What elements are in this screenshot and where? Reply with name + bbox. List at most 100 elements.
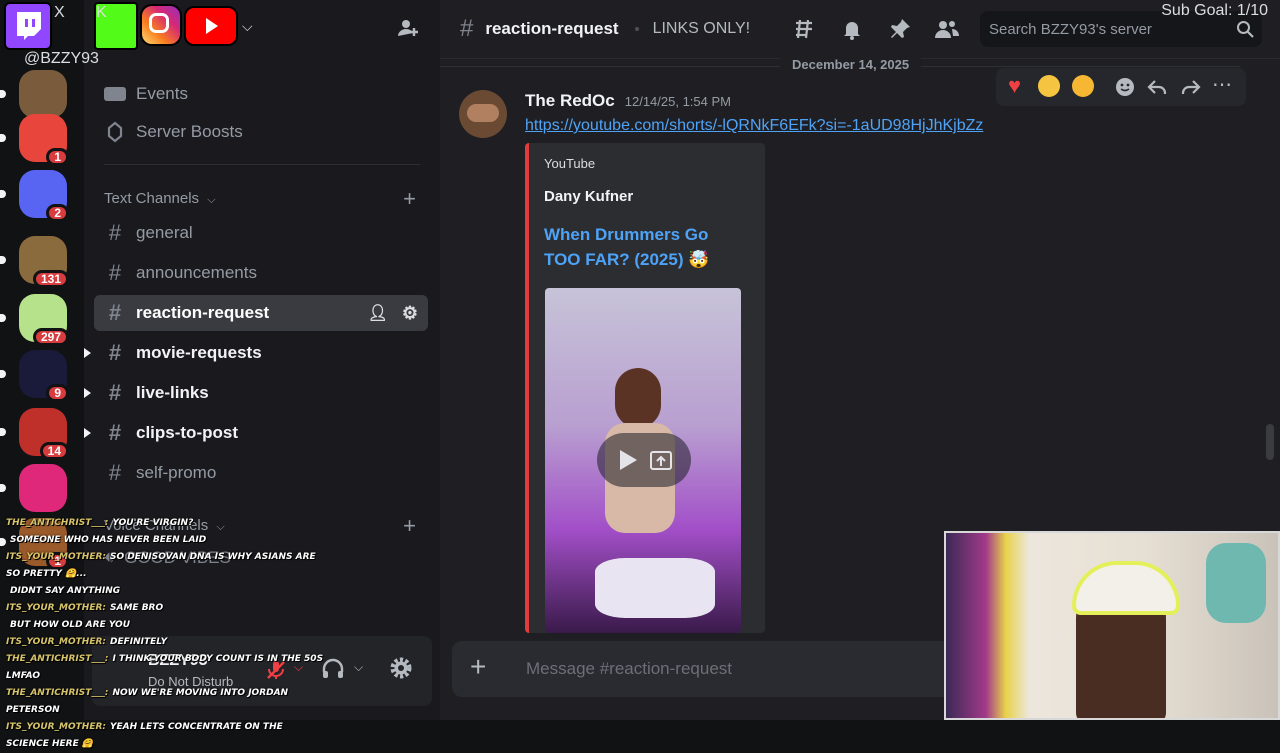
social-bar: X K (4, 2, 244, 50)
add-reaction-icon[interactable] (1114, 76, 1136, 98)
chat-line: BUT HOW OLD ARE YOU (6, 617, 326, 634)
create-channel-icon[interactable]: + (403, 186, 416, 212)
text-channels-category[interactable]: Text Channels ⌵ (104, 190, 216, 207)
webcam-headset (1072, 561, 1180, 615)
open-external-icon[interactable] (649, 449, 673, 471)
chevron-down-icon[interactable]: ⌵ (242, 18, 253, 35)
mention-badge: 297 (32, 328, 69, 346)
events-label: Events (136, 84, 188, 103)
hash-icon: # (108, 220, 122, 245)
chat-username: ITS_YOUR_MOTHER: (6, 552, 107, 562)
unread-pill (0, 256, 6, 264)
scrollbar-thumb[interactable] (1266, 424, 1274, 460)
channel-item-movie-requests[interactable]: # movie-requests (84, 335, 428, 371)
server-icon[interactable]: 1 (19, 114, 69, 166)
gear-icon[interactable] (388, 655, 414, 686)
server-icon[interactable]: 14 (19, 408, 69, 460)
play-controls (597, 433, 691, 487)
events-item[interactable]: Events (104, 80, 188, 108)
hash-icon: # (108, 340, 122, 365)
chat-username: THE_ANTICHRIST___: (6, 688, 109, 698)
server-icon[interactable] (19, 70, 67, 118)
unread-pill (0, 484, 6, 492)
hash-icon: # (108, 380, 122, 405)
chat-text: DIDNT SAY ANYTHING (10, 586, 121, 596)
channel-title: reaction-request (485, 19, 619, 38)
stream-chat-overlay: THE_ANTICHRIST___: YOU'RE VIRGIN? SOMEONE … (6, 515, 326, 753)
instagram-icon (140, 4, 182, 46)
server-avatar (19, 464, 67, 512)
member-list-icon[interactable] (934, 17, 960, 41)
more-options-icon[interactable]: ⋯ (1212, 72, 1232, 97)
avatar[interactable] (459, 90, 507, 138)
message-link[interactable]: https://youtube.com/shorts/-lQRNkF6EFk?s… (525, 117, 983, 135)
chat-username: ITS_YOUR_MOTHER: (6, 637, 107, 647)
embed-provider[interactable]: YouTube (544, 156, 595, 171)
channel-item-reaction-request[interactable]: # reaction-request 👤︎ ⚙ (94, 295, 428, 331)
chat-text: DEFINITELY (110, 637, 168, 647)
mind-blown-icon[interactable] (1072, 75, 1094, 97)
channel-label: clips-to-post (136, 423, 238, 442)
chat-line: THE_ANTICHRIST___: I THINK YOUR BODY COUN… (6, 651, 326, 685)
embed-author[interactable]: Dany Kufner (544, 188, 633, 205)
message-input[interactable]: Message #reaction-request (526, 659, 732, 679)
channel-item-self-promo[interactable]: # self-promo (94, 455, 428, 491)
youtube-embed: YouTube Dany Kufner When Drummers Go TOO… (525, 143, 765, 633)
boost-icon (107, 121, 123, 143)
kick-icon: K (94, 2, 138, 50)
channel-item-announcements[interactable]: # announcements (94, 255, 428, 291)
rofl-icon[interactable] (1038, 75, 1060, 97)
threads-icon[interactable] (792, 17, 816, 41)
embed-title[interactable]: When Drummers Go TOO FAR? (2025) 🤯 (544, 222, 709, 272)
x-icon: X (54, 4, 65, 21)
channel-item-live-links[interactable]: # live-links (84, 375, 428, 411)
plus-icon[interactable]: + (470, 653, 486, 681)
play-icon[interactable] (617, 448, 639, 472)
server-icon[interactable] (19, 464, 67, 512)
channel-item-clips-to-post[interactable]: # clips-to-post (84, 415, 428, 451)
pin-icon[interactable] (888, 17, 912, 41)
unread-pill (0, 90, 6, 98)
hash-icon: # (460, 15, 474, 42)
chat-line: ITS_YOUR_MOTHER: SO DENISOVAN DNA IS WHY … (6, 549, 326, 583)
server-icon[interactable]: 297 (19, 294, 69, 346)
chat-username: ITS_YOUR_MOTHER: (6, 722, 107, 732)
unread-indicator (84, 348, 91, 358)
unread-pill (0, 190, 6, 198)
invite-people-icon[interactable] (396, 16, 420, 45)
mention-badge: 1 (46, 148, 69, 166)
create-voice-channel-icon[interactable]: + (403, 513, 416, 539)
channel-topic[interactable]: LINKS ONLY! (653, 20, 751, 38)
channel-item-general[interactable]: # general (94, 215, 428, 251)
overlay-handle: @BZZY93 (24, 50, 99, 67)
reply-icon[interactable] (1146, 76, 1168, 98)
create-invite-icon[interactable]: 👤︎ (368, 303, 388, 323)
webcam-poster (1206, 543, 1266, 623)
server-icon[interactable]: 2 (19, 170, 69, 222)
mention-badge: 14 (39, 442, 69, 460)
server-icon[interactable]: 131 (19, 236, 69, 288)
video-thumbnail[interactable] (545, 288, 741, 633)
sub-goal: Sub Goal: 1/10 (1161, 2, 1268, 19)
chevron-down-icon[interactable]: ⌵ (354, 660, 363, 675)
unread-indicator (84, 428, 91, 438)
unread-indicator (84, 388, 91, 398)
search-icon (1237, 21, 1254, 38)
unread-pill (0, 428, 6, 436)
channel-label: reaction-request (136, 303, 270, 322)
bell-icon[interactable] (840, 17, 864, 41)
channel-label: announcements (136, 263, 257, 282)
mention-badge: 131 (32, 270, 69, 288)
chat-text: BUT HOW OLD ARE YOU (10, 620, 131, 630)
embed-title-line: TOO FAR? (2025) 🤯 (544, 250, 710, 269)
message-timestamp: 12/14/25, 1:54 PM (624, 94, 731, 109)
heart-icon[interactable]: ♥ (1008, 73, 1021, 99)
message-author[interactable]: The RedOc (525, 91, 615, 111)
calendar-icon (104, 87, 126, 101)
server-boosts-item[interactable]: Server Boosts (104, 118, 243, 146)
server-icon[interactable]: 9 (19, 350, 69, 402)
webcam-feed (944, 531, 1280, 720)
chat-line: ITS_YOUR_MOTHER: DEFINITELY (6, 634, 326, 651)
forward-icon[interactable] (1180, 76, 1202, 98)
gear-icon[interactable]: ⚙ (402, 303, 418, 324)
